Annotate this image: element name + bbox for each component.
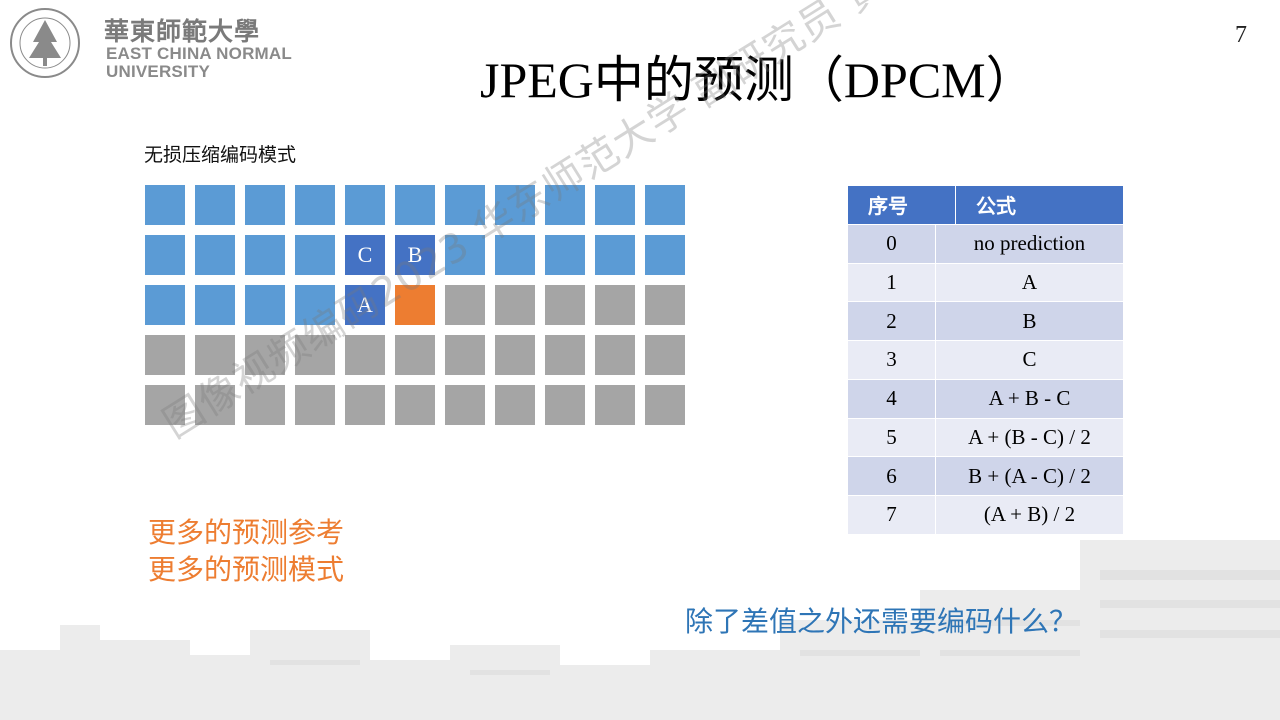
table-cell-index: 3	[848, 341, 936, 379]
pixel-cell	[395, 185, 435, 225]
table-row: 6 B + (A - C) / 2	[848, 457, 1123, 496]
pixel-cell	[295, 385, 335, 425]
pixel-cell	[245, 385, 285, 425]
pixel-cell	[145, 235, 185, 275]
table-row: 2B	[848, 302, 1123, 341]
pixel-cell	[245, 185, 285, 225]
table-header-formula: 公式	[976, 194, 1016, 219]
table-header-index: 序号	[848, 186, 956, 224]
table-row: 7 (A + B) / 2	[848, 496, 1123, 535]
pixel-label-c: C	[357, 242, 373, 267]
pixel-cell	[595, 335, 635, 375]
pixel-cell	[545, 385, 585, 425]
pixel-cell	[545, 285, 585, 325]
pixel-cell: B	[395, 235, 435, 275]
pixel-cell	[195, 235, 235, 275]
pixel-cell	[195, 285, 235, 325]
table-cell-index: 4	[848, 379, 936, 418]
pixel-cell	[295, 285, 335, 325]
table-cell-formula: A + B - C	[988, 386, 1071, 411]
pixel-cell	[345, 335, 385, 375]
pixel-cell	[295, 235, 335, 275]
table-cell-index: 0	[848, 224, 936, 263]
prediction-formula-table: 序号 公式 0 no prediction 1 A 2 B 3 C 4 A + B - C5A +…	[848, 186, 1123, 535]
table-row: 5 A + (B - C) / 2	[848, 418, 1123, 458]
slide-title: JPEG中的预测（DPCM）	[480, 52, 1036, 108]
page-number: 7	[1235, 22, 1247, 48]
table-cell-formula: A	[1021, 269, 1038, 294]
pixel-cell	[445, 385, 485, 425]
pixel-cell: A	[345, 285, 385, 325]
question-text: 除了差值之外还需要编码什么？	[685, 605, 1078, 638]
pixel-cell	[295, 185, 335, 225]
pixel-cell	[245, 335, 285, 375]
pixel-cell	[495, 185, 535, 225]
table-cell-formula: B + (A - C) / 2	[968, 463, 1091, 488]
table-row: 4 A + B - C	[848, 379, 1123, 419]
table-cell-index: 7	[848, 496, 936, 534]
pixel-cell	[595, 285, 635, 325]
pixel-cell	[195, 385, 235, 425]
pixel-cell	[445, 185, 485, 225]
pixel-cell	[145, 285, 185, 325]
table-cell-index: 5	[848, 418, 936, 457]
table-cell-formula: C	[1022, 347, 1037, 372]
pixel-cell	[595, 385, 635, 425]
section-subtitle: 无损压缩编码模式	[144, 144, 297, 166]
pixel-cell	[495, 285, 535, 325]
pixel-cell	[195, 185, 235, 225]
pixel-label-a: A	[357, 292, 373, 317]
table-cell-index: 6	[848, 457, 936, 495]
table-header-row: 序号 公式	[848, 186, 1123, 225]
pixel-cell	[495, 335, 535, 375]
pixel-cell	[495, 385, 535, 425]
table-row: 3C	[848, 341, 1123, 380]
table-cell-index: 1	[848, 263, 936, 302]
pixel-cell	[395, 335, 435, 375]
pixel-cell	[645, 285, 685, 325]
pixel-cell	[595, 235, 635, 275]
pixel-cell: C	[345, 235, 385, 275]
pixel-cell	[145, 185, 185, 225]
slide: 華東師範大學 EAST CHINA NORMAL UNIVERSITY 7 JP…	[0, 0, 1280, 720]
university-seal-icon	[10, 8, 80, 78]
table-row: 0 no prediction	[848, 224, 1123, 264]
pixel-cell	[345, 185, 385, 225]
pixel-cell	[645, 385, 685, 425]
pixel-cell	[545, 185, 585, 225]
logo-english-name-line1: EAST CHINA NORMAL	[106, 44, 292, 63]
table-row: 1A	[848, 263, 1123, 303]
table-cell-index: 2	[848, 302, 936, 340]
pixel-cell	[645, 335, 685, 375]
pixel-cell	[395, 285, 435, 325]
pixel-cell	[295, 335, 335, 375]
note-more-modes: 更多的预测模式	[148, 553, 345, 586]
pixel-cell	[595, 185, 635, 225]
pixel-cell	[445, 235, 485, 275]
pixel-cell	[545, 235, 585, 275]
pixel-cell	[245, 285, 285, 325]
table-cell-formula: B	[1022, 308, 1037, 333]
pixel-label-b: B	[407, 242, 423, 267]
pixel-cell	[445, 335, 485, 375]
pixel-cell	[445, 285, 485, 325]
pixel-grid: C B A	[145, 185, 690, 435]
pixel-cell	[395, 385, 435, 425]
table-cell-formula: no prediction	[973, 231, 1086, 256]
pixel-cell	[145, 335, 185, 375]
pixel-cell	[345, 385, 385, 425]
pixel-cell	[645, 235, 685, 275]
note-more-references: 更多的预测参考	[148, 516, 345, 549]
logo-chinese-name: 華東師範大學	[104, 17, 261, 46]
table-cell-formula: A + (B - C) / 2	[968, 424, 1091, 449]
pixel-cell	[495, 235, 535, 275]
pixel-cell	[145, 385, 185, 425]
pixel-cell	[545, 335, 585, 375]
pixel-cell	[195, 335, 235, 375]
table-cell-formula: (A + B) / 2	[983, 502, 1076, 527]
pixel-cell	[245, 235, 285, 275]
pixel-cell	[645, 185, 685, 225]
university-logo: 華東師範大學 EAST CHINA NORMAL UNIVERSITY	[8, 6, 298, 81]
logo-english-name-line2: UNIVERSITY	[106, 62, 211, 81]
